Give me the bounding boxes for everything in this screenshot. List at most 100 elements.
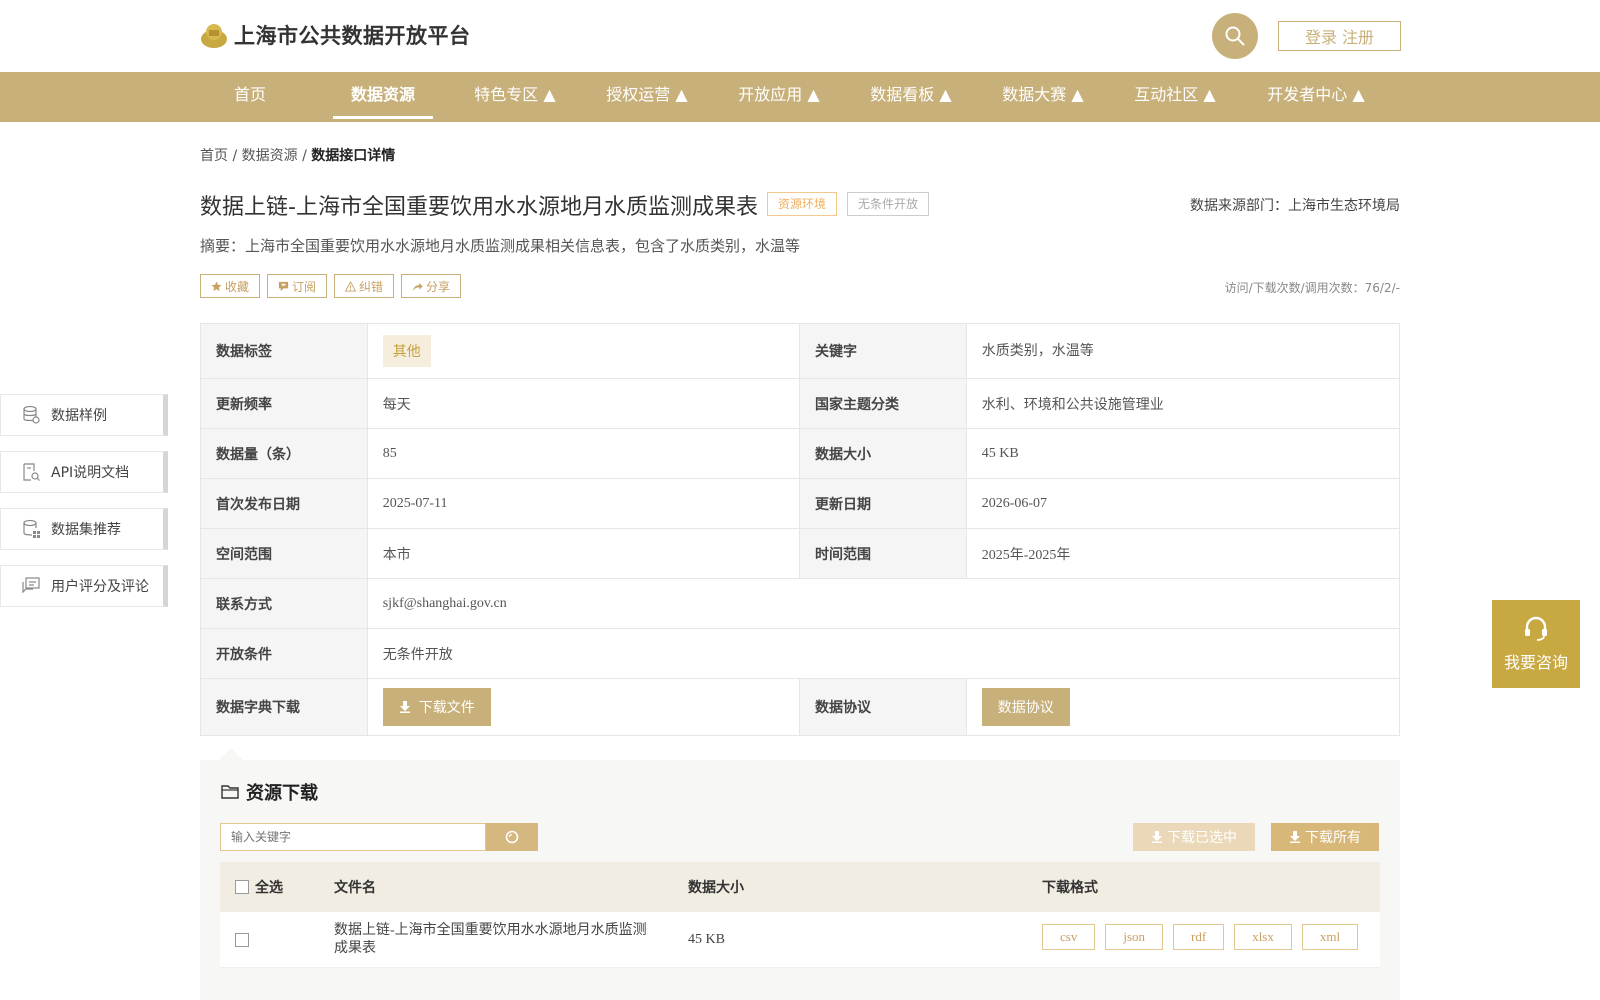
nav-featured-zones[interactable]: 特色专区 ▲ — [465, 72, 565, 122]
info-row: 更新频率 每天 国家主题分类 水利、环境和公共设施管理业 — [201, 379, 1399, 429]
access-stats: 访问/下载次数/调用次数：76/2/- — [1224, 281, 1400, 295]
subscribe-icon — [278, 281, 289, 291]
format-list: csv json rdf xlsx xml — [1042, 912, 1368, 967]
search-button[interactable] — [1212, 13, 1258, 59]
info-label: 数据大小 — [800, 429, 967, 478]
nav-data-dashboard[interactable]: 数据看板 ▲ — [861, 72, 961, 122]
sidebar-item-label: API说明文档 — [51, 465, 130, 481]
info-row: 开放条件 无条件开放 — [201, 629, 1399, 679]
info-value: 85 — [368, 429, 800, 478]
info-label: 数据量（条） — [201, 429, 368, 478]
breadcrumb-home[interactable]: 首页 — [200, 148, 228, 164]
subscribe-button[interactable]: 订阅 — [267, 274, 328, 298]
category-tag[interactable]: 资源环境 — [767, 192, 838, 216]
search-icon — [1225, 26, 1245, 46]
row-checkbox[interactable] — [235, 932, 249, 947]
site-logo[interactable]: 上海市公共数据开放平台 — [200, 20, 471, 50]
consult-label: 我要咨询 — [1503, 653, 1568, 672]
search-icon — [505, 830, 519, 844]
format-xml-button[interactable]: xml — [1301, 924, 1359, 950]
site-title: 上海市公共数据开放平台 — [234, 24, 471, 48]
info-row: 首次发布日期 2025-07-11 更新日期 2026-06-07 — [201, 479, 1399, 529]
download-all-button[interactable]: 下载所有 — [1271, 823, 1379, 851]
format-json-button[interactable]: json — [1105, 924, 1164, 950]
download-selected-label: 下载已选中 — [1167, 830, 1237, 846]
info-label: 更新日期 — [800, 479, 967, 528]
nav-community[interactable]: 互动社区 ▲ — [1125, 72, 1225, 122]
info-value: 2026-06-07 — [981, 495, 1048, 511]
sidebar-item-label: 用户评分及评论 — [51, 579, 149, 595]
resource-title-text: 资源下载 — [246, 783, 318, 804]
report-error-button[interactable]: 纠错 — [334, 274, 395, 298]
download-dictionary-label: 下载文件 — [418, 700, 475, 716]
info-label: 数据协议 — [800, 679, 967, 735]
dataset-info-table: 数据标签 其他 关键字 水质类别，水温等 更新频率 每天 国家主题分类 水利、环… — [200, 323, 1400, 736]
select-all-checkbox[interactable] — [235, 880, 249, 894]
download-all-label: 下载所有 — [1305, 830, 1361, 846]
file-name-line: 数据上链-上海市全国重要饮用水水源地月水质监测 — [334, 922, 647, 938]
nav-home[interactable]: 首页 — [222, 72, 278, 122]
filename-column-header: 文件名 — [334, 880, 376, 896]
info-label: 时间范围 — [800, 529, 967, 578]
row-select[interactable] — [235, 912, 255, 967]
nav-data-contest[interactable]: 数据大赛 ▲ — [993, 72, 1093, 122]
info-value: 2025-07-11 — [368, 479, 800, 528]
share-button[interactable]: 分享 — [401, 274, 462, 298]
format-csv-button[interactable]: csv — [1042, 924, 1096, 950]
info-row: 空间范围 本市 时间范围 2025年-2025年 — [201, 529, 1399, 579]
report-label: 纠错 — [359, 279, 384, 294]
nav-authorized-ops[interactable]: 授权运营 ▲ — [597, 72, 697, 122]
login-register-button[interactable]: 登录 注册 — [1278, 21, 1401, 51]
dataset-title: 数据上链-上海市全国重要饮用水水源地月水质监测成果表 — [200, 195, 758, 220]
nav-data-resources[interactable]: 数据资源 — [333, 72, 433, 122]
download-dictionary-button[interactable]: 下载文件 — [382, 688, 491, 726]
info-row: 数据字典下载 下载文件 数据协议 数据协议 — [201, 679, 1399, 735]
nav-open-apps[interactable]: 开放应用 ▲ — [729, 72, 829, 122]
breadcrumb-resources[interactable]: 数据资源 — [242, 148, 298, 164]
resource-section-title: 资源下载 — [220, 779, 318, 805]
data-tag-chip[interactable]: 其他 — [382, 335, 431, 367]
subscribe-label: 订阅 — [292, 279, 317, 294]
info-value: 无条件开放 — [382, 647, 453, 663]
info-row: 联系方式 sjkf@shanghai.gov.cn — [201, 579, 1399, 629]
select-all-column[interactable]: 全选 — [235, 862, 283, 912]
data-agreement-button[interactable]: 数据协议 — [981, 688, 1070, 726]
info-label: 更新频率 — [201, 379, 368, 428]
action-bar: 收藏 订阅 纠错 分享 — [200, 274, 462, 298]
resource-search-button[interactable] — [486, 823, 538, 851]
info-value: 其他 — [368, 324, 800, 378]
sidebar-item-dataset-recommend[interactable]: 数据集推荐 — [0, 508, 168, 550]
info-value: 下载文件 — [368, 679, 800, 735]
info-row: 数据量（条） 85 数据大小 45 KB — [201, 429, 1399, 479]
info-label: 数据标签 — [201, 324, 368, 378]
database-grid-icon — [23, 519, 40, 538]
share-label: 分享 — [426, 279, 451, 294]
format-xlsx-button[interactable]: xlsx — [1234, 924, 1292, 950]
format-column-header: 下载格式 — [1042, 880, 1098, 896]
comment-icon — [22, 577, 40, 594]
file-name-line: 成果表 — [334, 940, 376, 956]
favorite-button[interactable]: 收藏 — [200, 274, 261, 298]
info-value: 数据协议 — [967, 679, 1399, 735]
size-column-header: 数据大小 — [688, 880, 744, 896]
info-label: 空间范围 — [201, 529, 368, 578]
sidebar-item-user-reviews[interactable]: 用户评分及评论 — [0, 565, 168, 607]
consult-button[interactable]: 我要咨询 — [1492, 600, 1580, 688]
document-search-icon — [23, 463, 40, 481]
main-nav: 首页 数据资源 特色专区 ▲ 授权运营 ▲ 开放应用 ▲ 数据看板 ▲ 数据大赛… — [0, 72, 1600, 122]
nav-developer-center[interactable]: 开发者中心 ▲ — [1260, 72, 1372, 122]
info-row: 数据标签 其他 关键字 水质类别，水温等 — [201, 324, 1399, 379]
download-selected-button[interactable]: 下载已选中 — [1133, 823, 1255, 851]
info-value: 水利、环境和公共设施管理业 — [981, 397, 1164, 413]
format-rdf-button[interactable]: rdf — [1173, 924, 1225, 950]
info-label: 开放条件 — [201, 629, 368, 678]
sidebar-item-data-sample[interactable]: 数据样例 — [0, 394, 168, 436]
warning-icon — [345, 280, 357, 292]
database-icon — [23, 405, 40, 424]
info-label: 关键字 — [800, 324, 967, 378]
resource-search-input[interactable] — [220, 823, 486, 851]
info-value: 本市 — [368, 529, 800, 578]
sidebar-item-api-docs[interactable]: API说明文档 — [0, 451, 168, 493]
logo-emblem-icon — [201, 24, 227, 48]
breadcrumb: 首页 / 数据资源 / 数据接口详情 — [200, 145, 395, 165]
